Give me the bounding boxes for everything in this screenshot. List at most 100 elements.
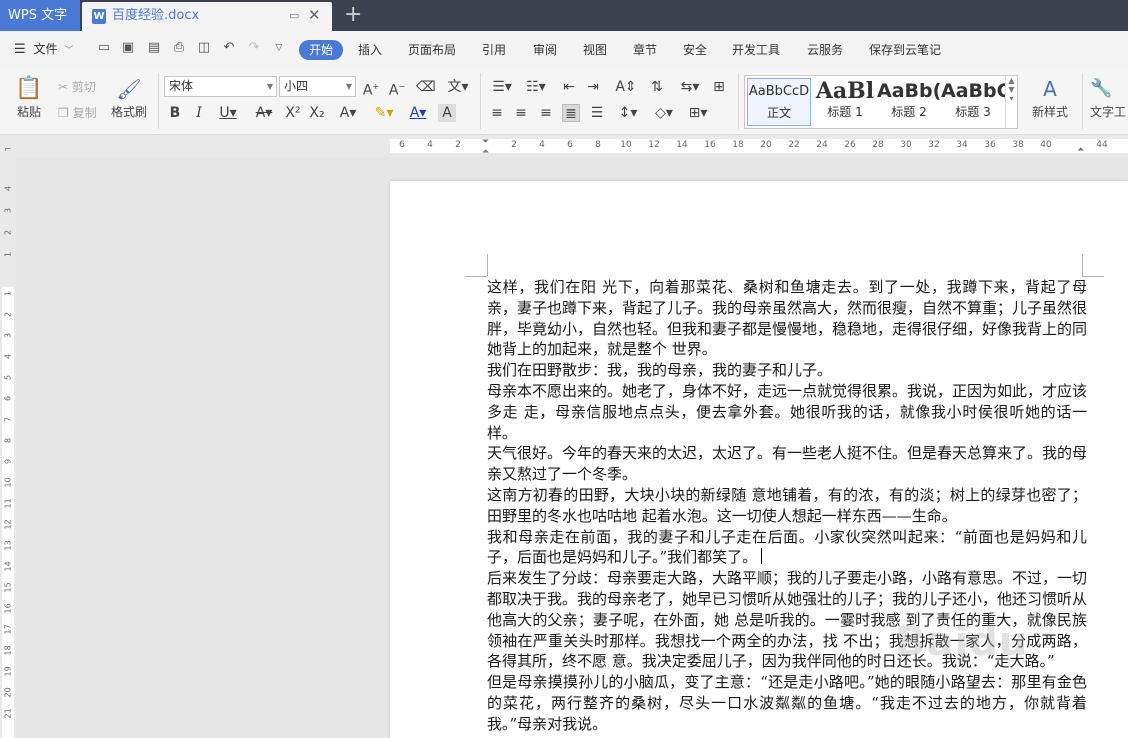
underline-icon[interactable]: U▾ [214,104,242,122]
tab-security[interactable]: 安全 [683,40,707,60]
ruler-tick-label: 8 [3,437,13,444]
document-paragraph[interactable]: 这南方初春的田野，大块小块的新绿随 意地铺着，有的浓，有的淡；树上的绿芽也密了；… [487,485,1087,527]
tab-developer[interactable]: 开发工具 [732,40,780,60]
line-spacing-icon[interactable]: ↕▾ [614,104,642,122]
text-tools-button[interactable]: 🔧 文字工 [1090,75,1128,121]
style-preview: AaBbCcD [748,84,810,99]
first-line-indent-marker[interactable]: ⏷ [482,137,489,147]
title-bar: WPS 文字 W 百度经验.docx ▭ ✕ + [0,0,1128,31]
cut-button[interactable]: ✂ 剪切 [58,79,104,95]
numbering-icon[interactable]: ☷▾ [522,78,550,96]
grow-font-icon[interactable]: A+ [362,78,380,99]
vertical-ruler[interactable]: 4 3 2 1 1 2 3 4 5 6 7 8 9 10 11 12 13 14 15 16 17 18 19 20 21 [0,157,16,738]
print-icon[interactable]: ⎙ [171,40,187,56]
new-tab-button[interactable]: + [344,3,364,27]
file-menu-button[interactable]: ☰ 文件 ﹀ [14,40,73,58]
font-color-icon[interactable]: A▾ [404,104,432,122]
export-pdf-icon[interactable]: ▤ [146,40,162,56]
table-layout-icon[interactable]: ⊞ [710,78,728,96]
document-body[interactable]: 这样，我们在阳 光下，向着那菜花、桑树和鱼塘走去。到了一处，我蹲下来，背起了母亲… [487,277,1087,735]
horizontal-ruler[interactable]: ⌐ 6 4 2 2 4 6 8 10 12 14 16 18 20 22 24 26 28 30 32 34 36 38 4… [0,135,1128,157]
document-paragraph[interactable]: 这样，我们在阳 光下，向着那菜花、桑树和鱼塘走去。到了一处，我蹲下来，背起了母亲… [487,277,1087,360]
style-gallery-scroll[interactable]: ▲ ▼ ▾ [1005,76,1017,128]
ruler-tick-label: 2 [3,229,13,236]
highlight-icon[interactable]: ✎▾ [370,104,398,122]
style-heading-3[interactable]: AaBbC 标题 3 [941,78,1005,126]
ruler-tick-label: 21 [3,708,13,719]
document-canvas[interactable]: 这样，我们在阳 光下，向着那菜花、桑树和鱼塘走去。到了一处，我蹲下来，背起了母亲… [16,157,1128,738]
align-right-icon[interactable]: ≡ [537,104,555,122]
superscript-icon[interactable]: X² [284,104,302,122]
tab-references[interactable]: 引用 [482,40,506,60]
shrink-font-icon[interactable]: A− [388,78,406,99]
style-normal[interactable]: AaBbCcD 正文 [747,78,811,126]
align-center-icon[interactable]: ≡ [512,104,530,122]
sort-icon[interactable]: ⇅ [648,78,666,96]
ruler-tick-label: 13 [3,540,13,551]
new-style-button[interactable]: A 新样式 [1024,75,1076,121]
tab-page-layout[interactable]: 页面布局 [408,40,456,60]
tab-insert[interactable]: 插入 [358,40,382,60]
align-left-icon[interactable]: ≡ [488,104,506,122]
bold-icon[interactable]: B [166,104,184,122]
phonetic-guide-icon[interactable]: 文▾ [444,78,472,96]
text-effects-icon[interactable]: A▾ [334,104,362,122]
app-menu-button[interactable]: WPS 文字 [0,0,80,31]
word-doc-icon: W [92,9,106,24]
text-direction-icon[interactable]: A⇕ [612,78,640,96]
chevron-down-icon: ▼ [345,82,352,91]
undo-icon[interactable]: ↶ [221,40,237,56]
restore-icon[interactable]: ▭ [289,9,302,22]
font-size-select[interactable]: 小四 ▼ [279,76,356,97]
print-preview-icon[interactable]: ◫ [196,40,212,56]
style-heading-1[interactable]: AaBl 标题 1 [813,78,877,126]
tab-chapter[interactable]: 章节 [633,40,657,60]
borders-icon[interactable]: ⊞▾ [684,104,712,122]
increase-indent-icon[interactable]: ⇥ [584,78,602,96]
left-indent-marker[interactable]: ⏶ [482,147,489,157]
style-heading-2[interactable]: AaBb( 标题 2 [877,78,941,126]
format-painter-button[interactable]: 🖌 格式刷 [108,75,150,121]
decrease-indent-icon[interactable]: ⇤ [560,78,578,96]
tab-home[interactable]: 开始 [299,40,344,60]
ruler-tick-label: 2 [511,140,517,150]
open-folder-icon[interactable]: ▭ [96,40,112,56]
tab-stop-selector[interactable]: ⌐ [4,145,12,155]
ruler-tick-label: 10 [3,477,13,488]
document-paragraph[interactable]: 我和母亲走在前面，我的妻子和儿子走在后面。小家伙突然叫起来：“前面也是妈妈和儿子… [487,527,1087,569]
clear-formatting-icon[interactable]: ⌫ [416,78,436,96]
document-paragraph[interactable]: 天气很好。今年的春天来的太迟，太迟了。有一些老人挺不住。但是春天总算来了。我的母… [487,443,1087,485]
close-tab-icon[interactable]: ✕ [308,7,324,23]
subscript-icon[interactable]: X₂ [308,104,326,122]
tab-cloud-service[interactable]: 云服务 [807,40,843,60]
italic-icon[interactable]: I [190,104,208,122]
tab-view[interactable]: 视图 [583,40,607,60]
document-paragraph[interactable]: 母亲本不愿出来的。她老了，身体不好，走远一点就觉得很累。我说，正因为如此，才应该… [487,381,1087,443]
font-name-select[interactable]: 宋体 ▼ [164,76,277,97]
justify-icon[interactable]: ≣ [562,104,580,122]
ruler-tick-label: 20 [3,687,13,698]
document-paragraph[interactable]: 但是母亲摸摸孙儿的小脑瓜，变了主意：“还是走小路吧。”她的眼随小路望去：那里有金… [487,672,1087,734]
ruler-tick-label: 8 [595,140,601,150]
document-tab[interactable]: W 百度经验.docx ▭ ✕ [82,2,332,31]
copy-button[interactable]: ❐ 复制 [58,105,104,121]
style-preview: AaBb( [877,80,941,102]
shading-icon[interactable]: ◇▾ [650,104,678,122]
char-shading-icon[interactable]: A [438,104,456,122]
paste-button[interactable]: 📋 粘贴 [12,75,46,121]
bullets-icon[interactable]: ☰▾ [488,78,516,96]
quick-access-dropdown-icon[interactable]: ▽ [271,40,287,56]
line-tools-icon[interactable]: ⇆▾ [676,78,704,96]
distributed-align-icon[interactable]: ☰ [588,104,606,122]
document-paragraph[interactable]: 我们在田野散步：我，我的母亲，我的妻子和儿子。 [487,360,1087,381]
right-indent-marker[interactable]: ⏶ [1077,145,1084,155]
redo-icon[interactable]: ↷ [246,40,262,56]
ruler-tick-label: 32 [928,140,940,150]
save-icon[interactable]: ▣ [120,40,136,56]
ruler-tick-label: 38 [1012,140,1024,150]
tab-save-to-cloud-notes[interactable]: 保存到云笔记 [869,40,941,60]
strikethrough-icon[interactable]: A▾ [250,104,278,122]
tab-review[interactable]: 审阅 [533,40,557,60]
ruler-tick-label: 12 [3,519,13,530]
document-page[interactable]: 这样，我们在阳 光下，向着那菜花、桑树和鱼塘走去。到了一处，我蹲下来，背起了母亲… [390,181,1128,738]
